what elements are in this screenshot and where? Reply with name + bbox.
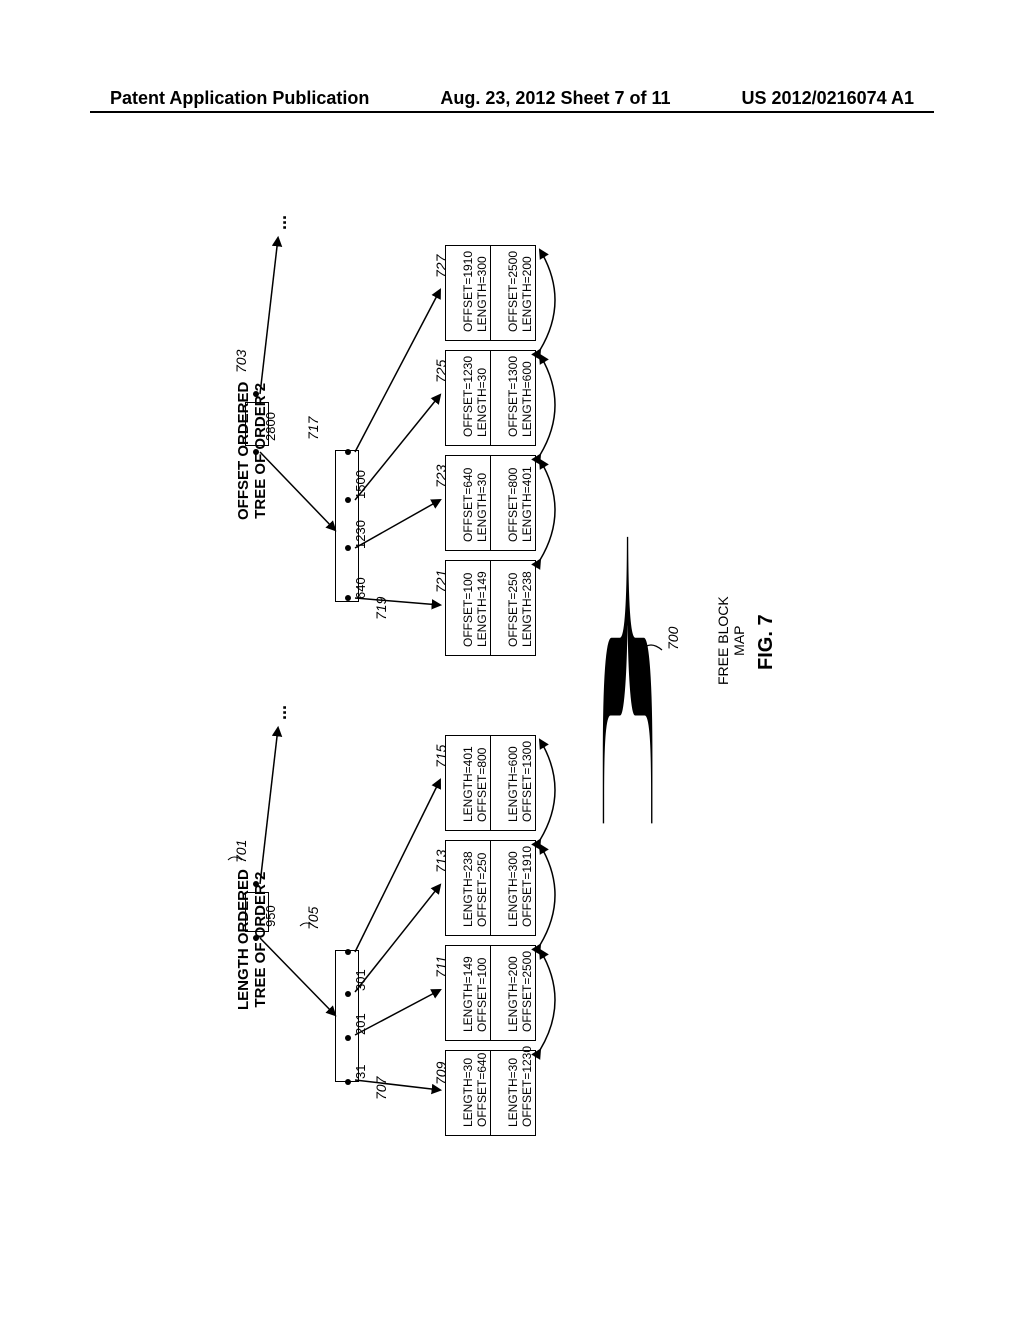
curly-brace-icon: } bbox=[594, 450, 654, 911]
page: Patent Application Publication Aug. 23, … bbox=[0, 0, 1024, 1320]
figure-number: FIG. 7 bbox=[755, 614, 778, 670]
header-left: Patent Application Publication bbox=[110, 88, 369, 109]
header-rule bbox=[90, 111, 934, 113]
header-row: Patent Application Publication Aug. 23, … bbox=[0, 88, 1024, 111]
offset-tree-edges bbox=[240, 200, 640, 800]
header-center: Aug. 23, 2012 Sheet 7 of 11 bbox=[440, 88, 670, 109]
header-right: US 2012/0216074 A1 bbox=[742, 88, 914, 109]
page-header: Patent Application Publication Aug. 23, … bbox=[0, 88, 1024, 113]
figure-7: LENGTH ORDERED TREE OF ORDER 2 950 701 3… bbox=[0, 140, 1024, 1240]
ref-700-tick bbox=[640, 630, 680, 670]
free-block-map-caption: FREE BLOCK MAP bbox=[715, 596, 747, 685]
